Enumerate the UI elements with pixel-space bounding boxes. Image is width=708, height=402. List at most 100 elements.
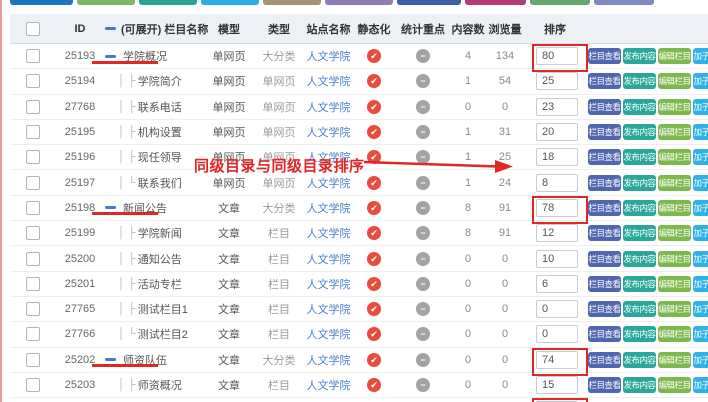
row-checkbox[interactable] bbox=[26, 49, 40, 63]
row-checkbox[interactable] bbox=[26, 125, 40, 139]
sort-input[interactable] bbox=[536, 300, 578, 318]
edit-column-button[interactable]: 编辑栏目 bbox=[658, 149, 691, 165]
toolbar-button[interactable] bbox=[397, 0, 461, 5]
site-link[interactable]: 人文学院 bbox=[305, 95, 352, 119]
edit-column-button[interactable]: 编辑栏目 bbox=[658, 352, 691, 368]
view-column-button[interactable]: 栏目查看 bbox=[588, 326, 621, 342]
row-checkbox[interactable] bbox=[26, 302, 40, 316]
edit-column-button[interactable]: 编辑栏目 bbox=[658, 225, 691, 241]
row-checkbox[interactable] bbox=[26, 176, 40, 190]
static-enabled-icon[interactable]: ✔ bbox=[367, 302, 381, 316]
site-link[interactable]: 人文学院 bbox=[305, 196, 352, 220]
view-column-button[interactable]: 栏目查看 bbox=[588, 276, 621, 292]
publish-content-button[interactable]: 发布内容 bbox=[623, 301, 656, 317]
add-child-column-button[interactable]: 加子栏目 bbox=[693, 200, 708, 216]
view-column-button[interactable]: 栏目查看 bbox=[588, 73, 621, 89]
add-child-column-button[interactable]: 加子栏目 bbox=[693, 73, 708, 89]
edit-column-button[interactable]: 编辑栏目 bbox=[658, 301, 691, 317]
toolbar-button[interactable] bbox=[530, 0, 590, 5]
column-name-link[interactable]: 联系电话 bbox=[138, 99, 182, 115]
edit-column-button[interactable]: 编辑栏目 bbox=[658, 377, 691, 393]
row-checkbox[interactable] bbox=[26, 201, 40, 215]
sort-input[interactable] bbox=[536, 376, 578, 394]
row-checkbox[interactable] bbox=[26, 100, 40, 114]
add-child-column-button[interactable]: 加子栏目 bbox=[693, 352, 708, 368]
row-checkbox[interactable] bbox=[26, 277, 40, 291]
publish-content-button[interactable]: 发布内容 bbox=[623, 225, 656, 241]
add-child-column-button[interactable]: 加子栏目 bbox=[693, 175, 708, 191]
add-child-column-button[interactable]: 加子栏目 bbox=[693, 99, 708, 115]
row-checkbox[interactable] bbox=[26, 226, 40, 240]
view-column-button[interactable]: 栏目查看 bbox=[588, 377, 621, 393]
publish-content-button[interactable]: 发布内容 bbox=[623, 175, 656, 191]
collapse-dash-icon[interactable] bbox=[105, 206, 116, 209]
view-column-button[interactable]: 栏目查看 bbox=[588, 352, 621, 368]
site-link[interactable]: 人文学院 bbox=[305, 322, 352, 346]
site-link[interactable]: 人文学院 bbox=[305, 120, 352, 144]
view-column-button[interactable]: 栏目查看 bbox=[588, 225, 621, 241]
site-link[interactable]: 人文学院 bbox=[305, 246, 352, 270]
stat-focus-disabled-icon[interactable]: − bbox=[416, 277, 430, 291]
row-checkbox[interactable] bbox=[26, 74, 40, 88]
toolbar-button[interactable] bbox=[77, 0, 135, 5]
column-name-link[interactable]: 活动专栏 bbox=[138, 276, 182, 292]
static-enabled-icon[interactable]: ✔ bbox=[367, 125, 381, 139]
stat-focus-disabled-icon[interactable]: − bbox=[416, 302, 430, 316]
sort-input[interactable] bbox=[536, 351, 578, 369]
stat-focus-disabled-icon[interactable]: − bbox=[416, 226, 430, 240]
add-child-column-button[interactable]: 加子栏目 bbox=[693, 225, 708, 241]
stat-focus-disabled-icon[interactable]: − bbox=[416, 353, 430, 367]
add-child-column-button[interactable]: 加子栏目 bbox=[693, 326, 708, 342]
view-column-button[interactable]: 栏目查看 bbox=[588, 48, 621, 64]
column-name-link[interactable]: 通知公告 bbox=[138, 251, 182, 267]
stat-focus-disabled-icon[interactable]: − bbox=[416, 74, 430, 88]
add-child-column-button[interactable]: 加子栏目 bbox=[693, 276, 708, 292]
view-column-button[interactable]: 栏目查看 bbox=[588, 149, 621, 165]
column-name-link[interactable]: 联系我们 bbox=[138, 175, 182, 191]
row-checkbox[interactable] bbox=[26, 150, 40, 164]
view-column-button[interactable]: 栏目查看 bbox=[588, 251, 621, 267]
stat-focus-disabled-icon[interactable]: − bbox=[416, 327, 430, 341]
edit-column-button[interactable]: 编辑栏目 bbox=[658, 251, 691, 267]
publish-content-button[interactable]: 发布内容 bbox=[623, 124, 656, 140]
sort-input[interactable] bbox=[536, 47, 578, 65]
stat-focus-disabled-icon[interactable]: − bbox=[416, 49, 430, 63]
column-name-link[interactable]: 现任领导 bbox=[138, 149, 182, 165]
site-link[interactable]: 人文学院 bbox=[305, 44, 352, 68]
add-child-column-button[interactable]: 加子栏目 bbox=[693, 251, 708, 267]
publish-content-button[interactable]: 发布内容 bbox=[623, 326, 656, 342]
site-link[interactable] bbox=[305, 398, 352, 402]
sort-input[interactable] bbox=[536, 325, 578, 343]
add-child-column-button[interactable]: 加子栏目 bbox=[693, 124, 708, 140]
static-enabled-icon[interactable]: ✔ bbox=[367, 100, 381, 114]
column-name-link[interactable]: 师资概况 bbox=[138, 377, 182, 393]
static-enabled-icon[interactable]: ✔ bbox=[367, 49, 381, 63]
static-enabled-icon[interactable]: ✔ bbox=[367, 353, 381, 367]
row-checkbox[interactable] bbox=[26, 378, 40, 392]
sort-input[interactable] bbox=[536, 72, 578, 90]
sort-input[interactable] bbox=[536, 199, 578, 217]
site-link[interactable]: 人文学院 bbox=[305, 348, 352, 372]
sort-input[interactable] bbox=[536, 224, 578, 242]
static-enabled-icon[interactable]: ✔ bbox=[367, 201, 381, 215]
row-checkbox[interactable] bbox=[26, 327, 40, 341]
static-enabled-icon[interactable]: ✔ bbox=[367, 252, 381, 266]
column-name-link[interactable]: 机构设置 bbox=[138, 124, 182, 140]
publish-content-button[interactable]: 发布内容 bbox=[623, 352, 656, 368]
sort-input[interactable] bbox=[536, 250, 578, 268]
publish-content-button[interactable]: 发布内容 bbox=[623, 48, 656, 64]
edit-column-button[interactable]: 编辑栏目 bbox=[658, 200, 691, 216]
static-enabled-icon[interactable]: ✔ bbox=[367, 226, 381, 240]
column-name-link[interactable]: 学院新闻 bbox=[138, 225, 182, 241]
sort-input[interactable] bbox=[536, 148, 578, 166]
stat-focus-disabled-icon[interactable]: − bbox=[416, 252, 430, 266]
sort-input[interactable] bbox=[536, 123, 578, 141]
view-column-button[interactable]: 栏目查看 bbox=[588, 99, 621, 115]
column-name-link[interactable]: 测试栏目2 bbox=[138, 326, 188, 342]
add-child-column-button[interactable]: 加子栏目 bbox=[693, 149, 708, 165]
collapse-dash-icon[interactable] bbox=[105, 27, 116, 30]
publish-content-button[interactable]: 发布内容 bbox=[623, 200, 656, 216]
static-enabled-icon[interactable]: ✔ bbox=[367, 277, 381, 291]
view-column-button[interactable]: 栏目查看 bbox=[588, 301, 621, 317]
stat-focus-disabled-icon[interactable]: − bbox=[416, 176, 430, 190]
